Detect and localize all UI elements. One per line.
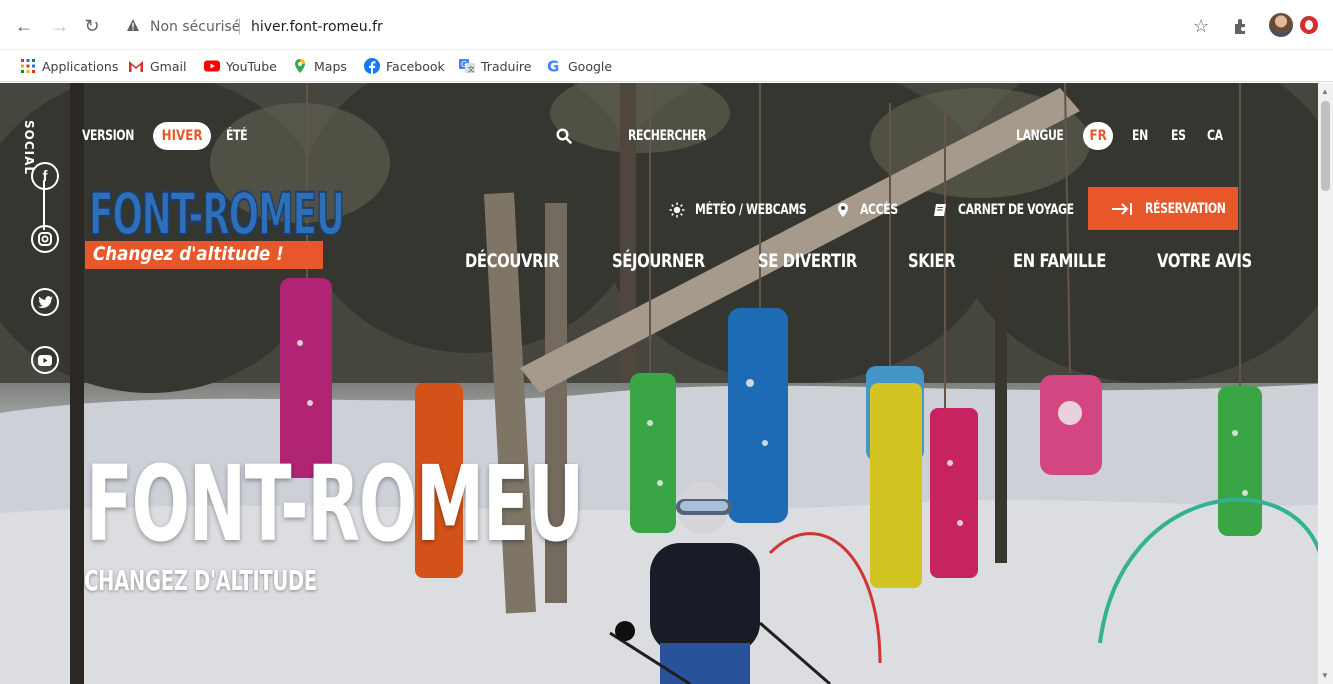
- apps-grid-icon: [21, 59, 35, 73]
- separator: [239, 18, 240, 35]
- travel-notebook-link[interactable]: CARNET DE VOYAGE: [958, 202, 1074, 218]
- bookmark-youtube[interactable]: YouTube: [204, 56, 277, 76]
- maps-pin-icon: [295, 59, 305, 73]
- version-label: VERSION: [82, 128, 134, 144]
- bookmark-facebook[interactable]: Facebook: [364, 56, 445, 76]
- logo-tagline: Changez d'altitude !: [93, 243, 284, 265]
- bookmark-applications[interactable]: Applications: [20, 56, 118, 76]
- arrow-right-icon: [1112, 203, 1132, 215]
- url-text[interactable]: hiver.font-romeu.fr: [251, 19, 383, 35]
- site-logo[interactable]: FONT-ROMEU Changez d'altitude !: [85, 184, 346, 273]
- menu-sejourner[interactable]: SÉJOURNER: [612, 250, 705, 272]
- scroll-down-icon[interactable]: ▼: [1321, 671, 1329, 680]
- facebook-icon: [364, 58, 380, 74]
- bookmark-gmail[interactable]: Gmail: [128, 56, 186, 76]
- season-hiver-label: HIVER: [161, 128, 203, 144]
- lang-ca[interactable]: CA: [1207, 128, 1223, 144]
- translate-icon: G文: [459, 59, 475, 74]
- forward-icon[interactable]: →: [50, 16, 70, 36]
- bookmark-label: Applications: [42, 58, 119, 74]
- profile-avatar[interactable]: [1269, 13, 1293, 37]
- hero-title: FONT-ROMEU: [86, 443, 584, 565]
- scroll-up-icon[interactable]: ▲: [1321, 87, 1329, 96]
- page-scrollbar[interactable]: ▲ ▼: [1318, 83, 1333, 684]
- hero-background-image: SOCIAL f VERSION HIVER ÉTÉ RECHERCHER LA…: [0, 83, 1333, 684]
- menu-se-divertir[interactable]: SE DIVERTIR: [758, 250, 857, 272]
- bookmark-label: Facebook: [386, 58, 445, 74]
- bookmarks-bar: Applications Gmail YouTube Maps Facebook…: [0, 50, 1333, 82]
- search-icon[interactable]: [556, 128, 572, 144]
- extensions-icon[interactable]: [1232, 17, 1250, 35]
- language-label: LANGUE: [1016, 128, 1064, 144]
- lang-en[interactable]: EN: [1132, 128, 1148, 144]
- logo-name: FONT-ROMEU: [88, 180, 345, 248]
- svg-text:文: 文: [468, 65, 475, 74]
- reservation-label: RÉSERVATION: [1145, 201, 1226, 217]
- bookmark-translate[interactable]: G文 Traduire: [459, 56, 531, 76]
- youtube-icon[interactable]: [31, 346, 59, 374]
- search-link[interactable]: RECHERCHER: [628, 128, 706, 144]
- back-icon[interactable]: ←: [14, 16, 34, 36]
- location-pin-icon: [838, 203, 848, 217]
- svg-text:G: G: [461, 60, 467, 69]
- bookmark-label: Google: [568, 58, 613, 74]
- bookmark-label: YouTube: [226, 58, 277, 74]
- bookmark-google[interactable]: G Google: [546, 56, 612, 76]
- bookmark-label: Gmail: [150, 58, 187, 74]
- hero-subtitle: CHANGEZ D'ALTITUDE: [84, 564, 317, 597]
- menu-votre-avis[interactable]: VOTRE AVIS: [1157, 250, 1252, 272]
- season-toggle-hiver[interactable]: HIVER: [153, 122, 211, 150]
- bookmark-star-icon[interactable]: ☆: [1193, 16, 1209, 37]
- opera-icon[interactable]: [1300, 16, 1318, 34]
- menu-en-famille[interactable]: EN FAMILLE: [1013, 250, 1106, 272]
- svg-text:G: G: [547, 58, 559, 74]
- lang-fr[interactable]: FR: [1083, 122, 1113, 150]
- google-icon: G: [547, 58, 559, 74]
- book-icon: [934, 204, 946, 216]
- lang-fr-label: FR: [1089, 128, 1107, 144]
- browser-toolbar: ← → ↻ Non sécurisé hiver.font-romeu.fr ☆: [0, 0, 1333, 50]
- twitter-icon[interactable]: [31, 288, 59, 316]
- security-label: Non sécurisé: [150, 19, 241, 35]
- bookmark-maps[interactable]: Maps: [292, 56, 347, 76]
- bookmark-label: Maps: [314, 58, 347, 74]
- bookmark-label: Traduire: [481, 58, 532, 74]
- menu-decouvrir[interactable]: DÉCOUVRIR: [465, 250, 560, 272]
- address-bar[interactable]: Non sécurisé hiver.font-romeu.fr: [118, 14, 1193, 40]
- youtube-icon: [204, 60, 220, 72]
- sun-icon: [669, 202, 685, 218]
- facebook-icon[interactable]: f: [31, 162, 59, 190]
- access-link[interactable]: ACCÈS: [860, 202, 898, 218]
- warning-icon: [127, 19, 139, 31]
- lang-es[interactable]: ES: [1171, 128, 1186, 144]
- instagram-icon[interactable]: [31, 225, 59, 253]
- scroll-thumb[interactable]: [1321, 101, 1330, 191]
- weather-webcams-link[interactable]: MÉTÉO / WEBCAMS: [695, 202, 807, 218]
- menu-skier[interactable]: SKIER: [908, 250, 956, 272]
- reload-icon[interactable]: ↻: [82, 16, 102, 36]
- season-toggle-ete[interactable]: ÉTÉ: [226, 128, 248, 144]
- gmail-icon: [129, 61, 143, 72]
